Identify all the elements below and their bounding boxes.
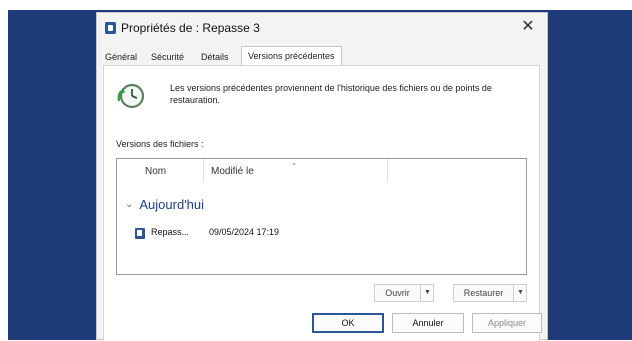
chevron-down-icon: ⌄ (125, 199, 134, 210)
group-header-today[interactable]: ⌄ Aujourd'hui (125, 197, 204, 212)
tab-general[interactable]: Général (105, 49, 137, 65)
properties-dialog: Propriétés de : Repasse 3 ✕ Général Sécu… (96, 12, 548, 341)
restore-clock-icon (117, 83, 145, 109)
column-separator[interactable] (203, 159, 204, 183)
open-button[interactable]: Ouvrir (375, 285, 420, 301)
file-modified-date: 09/05/2024 17:19 (209, 227, 280, 237)
tab-previous-versions[interactable]: Versions précédentes (241, 46, 342, 67)
info-text: Les versions précédentes proviennent de … (170, 83, 492, 105)
file-versions-label: Versions des fichiers : (116, 139, 204, 149)
group-label: Aujourd'hui (139, 197, 205, 212)
apply-button[interactable]: Appliquer (472, 313, 542, 333)
open-dropdown-icon[interactable]: ▼ (420, 285, 434, 301)
open-split-button: Ouvrir ▼ (374, 284, 434, 302)
column-separator[interactable] (387, 159, 388, 183)
tab-details[interactable]: Détails (201, 49, 229, 65)
word-document-icon (105, 22, 116, 34)
ok-button[interactable]: OK (312, 313, 384, 333)
previous-versions-panel: Les versions précédentes proviennent de … (103, 65, 540, 341)
word-document-icon (135, 228, 145, 239)
restore-dropdown-icon[interactable]: ▼ (513, 285, 527, 301)
file-versions-list[interactable]: Nom ⌄ Modifié le ⌄ Aujourd'hui Repass... … (116, 158, 527, 275)
restore-button[interactable]: Restaurer (454, 285, 513, 301)
list-item[interactable]: Repass... 09/05/2024 17:19 (135, 227, 515, 241)
cancel-button[interactable]: Annuler (392, 313, 464, 333)
file-name: Repass... (151, 227, 190, 237)
restore-split-button: Restaurer ▼ (453, 284, 527, 302)
column-header-name[interactable]: Nom (145, 166, 166, 177)
sort-indicator-icon: ⌄ (291, 160, 297, 167)
tab-security[interactable]: Sécurité (151, 49, 184, 65)
dialog-title: Propriétés de : Repasse 3 (121, 21, 260, 35)
title-bar: Propriétés de : Repasse 3 ✕ (97, 13, 547, 43)
column-header-modified[interactable]: Modifié le (211, 166, 254, 177)
close-button[interactable]: ✕ (517, 16, 539, 38)
